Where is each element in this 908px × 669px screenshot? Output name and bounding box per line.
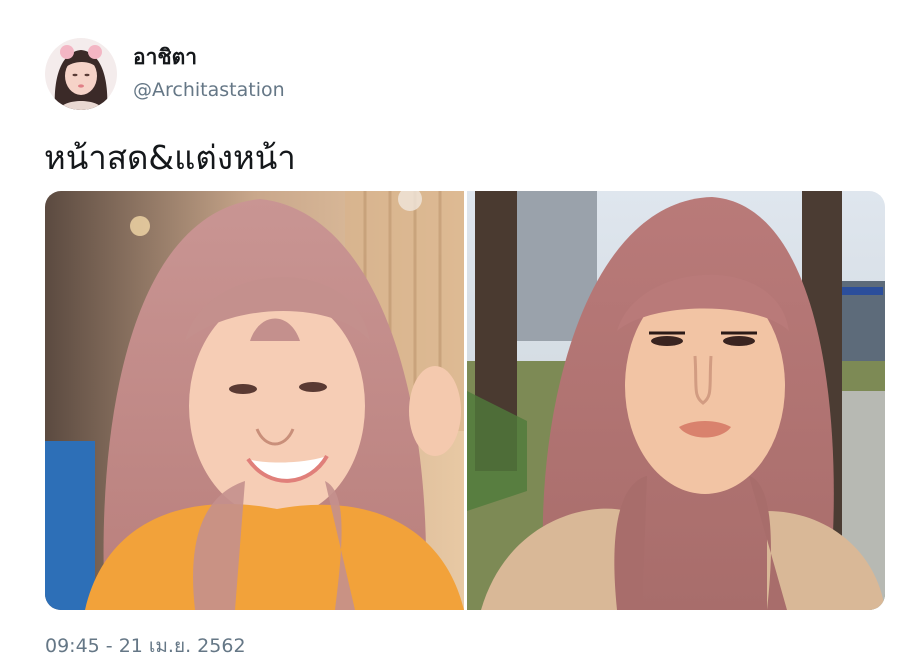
tweet-timestamp[interactable]: 09:45 - 21 เม.ย. 2562 xyxy=(45,634,246,658)
username-handle[interactable]: @Architastation xyxy=(133,78,285,102)
photo-with-makeup[interactable] xyxy=(467,191,885,610)
media-grid xyxy=(45,191,885,610)
photo-no-makeup[interactable] xyxy=(45,191,464,610)
tweet-card: อาชิตา @Architastation หน้าสด&แต่งหน้า 0… xyxy=(0,0,908,669)
tweet-text: หน้าสด&แต่งหน้า xyxy=(44,138,296,177)
display-name[interactable]: อาชิตา xyxy=(133,44,197,70)
avatar[interactable] xyxy=(45,38,117,110)
